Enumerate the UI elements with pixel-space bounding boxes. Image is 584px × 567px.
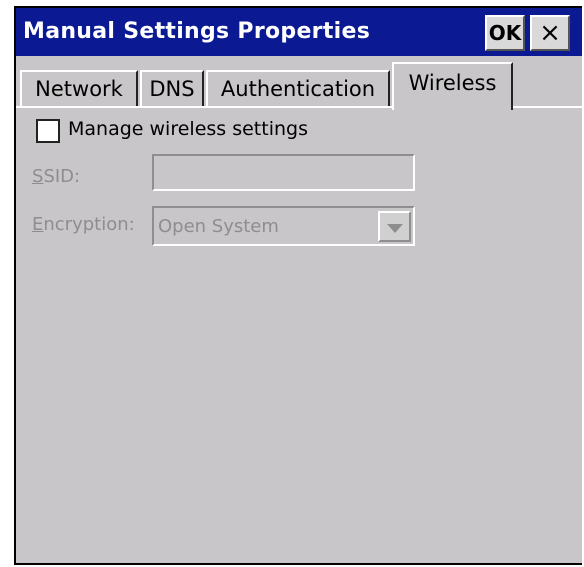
close-button[interactable]: × (530, 15, 570, 51)
properties-dialog: Manual Settings Properties OK × Network … (14, 6, 582, 565)
encryption-select[interactable]: Open System (152, 206, 415, 246)
tab-wireless[interactable]: Wireless (392, 62, 513, 110)
ssid-label-text: SID: (43, 166, 81, 187)
encryption-selected-value: Open System (158, 216, 279, 237)
ok-button[interactable]: OK (485, 15, 525, 51)
encryption-dropdown-button[interactable] (378, 211, 411, 242)
chevron-down-icon (386, 223, 403, 233)
title-bar: Manual Settings Properties OK × (16, 8, 582, 56)
ssid-label-mnemonic: S (32, 166, 44, 187)
window-title: Manual Settings Properties (23, 19, 371, 44)
tab-network[interactable]: Network (20, 70, 138, 106)
close-icon: × (539, 18, 561, 48)
manage-wireless-checkbox[interactable] (36, 119, 60, 143)
ssid-input[interactable] (152, 154, 415, 191)
tab-dns[interactable]: DNS (140, 70, 204, 106)
tab-strip: Network DNS Authentication Wireless (16, 56, 582, 110)
manage-wireless-label[interactable]: Manage wireless settings (68, 118, 308, 140)
encryption-label-text: ncryption: (43, 214, 135, 235)
encryption-label-mnemonic: E (32, 214, 44, 235)
encryption-label: Encryption: (32, 214, 135, 235)
ssid-label: SSID: (32, 166, 80, 187)
tab-authentication[interactable]: Authentication (206, 70, 390, 106)
